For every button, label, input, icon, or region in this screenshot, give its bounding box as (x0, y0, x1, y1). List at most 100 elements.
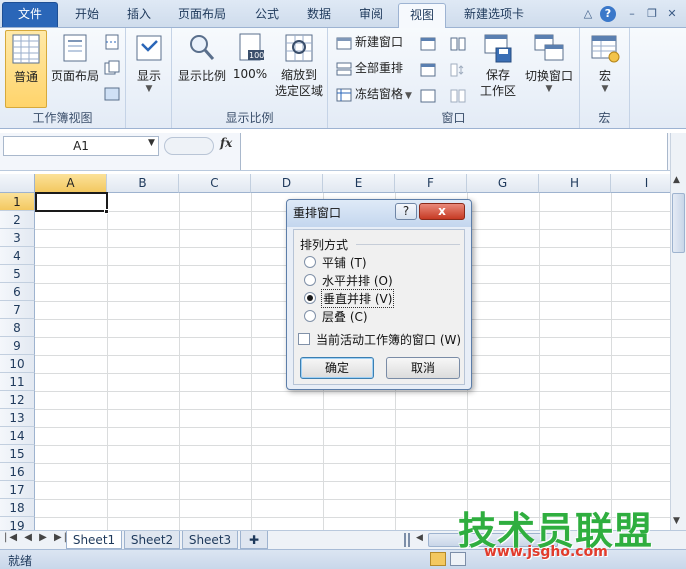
column-header[interactable]: F (395, 174, 467, 193)
sheet-tab[interactable]: Sheet2 (124, 531, 180, 549)
radio-vertical-label[interactable]: 垂直并排 (V) (320, 289, 395, 308)
radio-horizontal[interactable] (304, 274, 316, 286)
dialog-close-icon[interactable]: x (419, 203, 465, 220)
cancel-button[interactable]: 取消 (386, 357, 460, 379)
row-header[interactable]: 2 (0, 211, 35, 229)
column-header[interactable]: I (611, 174, 670, 193)
select-all-corner[interactable] (0, 174, 35, 193)
active-workbook-checkbox[interactable] (298, 333, 310, 345)
zoom-to-selection-button[interactable]: 缩放到 选定区域 (272, 30, 326, 108)
radio-cascade-label[interactable]: 层叠 (C) (322, 308, 368, 325)
hide-icon[interactable] (420, 62, 436, 78)
row-header[interactable]: 17 (0, 481, 35, 499)
column-header[interactable]: C (179, 174, 251, 193)
tab-page-layout[interactable]: 页面布局 (168, 3, 236, 28)
formula-bar-handle[interactable] (164, 137, 214, 155)
tab-insert[interactable]: 插入 (114, 3, 164, 28)
tab-view[interactable]: 视图 (398, 3, 446, 29)
column-header[interactable]: B (107, 174, 179, 193)
selected-cell-a1[interactable] (35, 192, 108, 212)
close-window-icon[interactable]: ✕ (664, 6, 680, 22)
column-header[interactable]: H (539, 174, 611, 193)
macros-button[interactable]: 宏 ▼ (586, 30, 624, 108)
normal-view-status-icon[interactable] (430, 552, 446, 566)
column-header[interactable]: D (251, 174, 323, 193)
row-header[interactable]: 1 (0, 193, 35, 211)
sheet-tab[interactable]: Sheet3 (182, 531, 238, 549)
view-side-by-side-icon[interactable] (450, 36, 466, 52)
row-header[interactable]: 5 (0, 265, 35, 283)
row-header[interactable]: 8 (0, 319, 35, 337)
switch-windows-button[interactable]: 切换窗口 ▼ (522, 30, 576, 108)
tab-home[interactable]: 开始 (62, 3, 112, 28)
help-icon[interactable]: ? (600, 6, 616, 22)
column-header[interactable]: A (35, 174, 107, 193)
custom-views-icon[interactable] (104, 60, 120, 76)
full-screen-icon[interactable] (104, 86, 120, 102)
row-header[interactable]: 16 (0, 463, 35, 481)
page-layout-view-button[interactable]: 页面布局 (50, 30, 100, 108)
zoom-100-button[interactable]: 100 100% (230, 30, 270, 108)
row-header[interactable]: 9 (0, 337, 35, 355)
vertical-scrollbar[interactable]: ▲ ▼ (670, 133, 686, 530)
zoom-button[interactable]: 显示比例 (176, 30, 228, 108)
dialog-help-icon[interactable]: ? (395, 203, 417, 220)
insert-sheet-icon[interactable]: ✚ (240, 531, 268, 549)
radio-horizontal-label[interactable]: 水平并排 (O) (322, 272, 393, 289)
name-box-dropdown-icon[interactable]: ▼ (148, 138, 155, 148)
name-box[interactable]: A1 (3, 136, 159, 156)
fill-handle[interactable] (104, 209, 109, 214)
row-header[interactable]: 7 (0, 301, 35, 319)
active-workbook-label[interactable]: 当前活动工作簿的窗口 (W) (316, 331, 461, 348)
scroll-down-icon[interactable]: ▼ (673, 516, 680, 526)
normal-view-button[interactable]: 普通 (5, 30, 47, 108)
unhide-icon[interactable] (420, 88, 436, 104)
freeze-panes-button[interactable]: 冻结窗格 ▼ (336, 84, 412, 104)
row-header[interactable]: 4 (0, 247, 35, 265)
show-button[interactable]: 显示 ▼ (132, 30, 166, 108)
gridline (35, 391, 670, 392)
synchronous-scrolling-icon[interactable] (450, 62, 466, 78)
minimize-ribbon-icon[interactable]: △ (580, 6, 596, 22)
tab-data[interactable]: 数据 (296, 3, 342, 28)
row-header[interactable]: 19 (0, 517, 35, 530)
tab-split-handle[interactable] (404, 533, 410, 547)
restore-window-icon[interactable]: ❐ (644, 6, 660, 22)
row-header[interactable]: 3 (0, 229, 35, 247)
row-header[interactable]: 10 (0, 355, 35, 373)
scroll-up-icon[interactable]: ▲ (673, 175, 680, 185)
sheet-nav-icons[interactable]: |◀ ◀ ▶ ▶| (4, 532, 69, 543)
tab-formulas[interactable]: 公式 (242, 3, 292, 28)
tab-new[interactable]: 新建选项卡 (452, 3, 536, 28)
ok-button[interactable]: 确定 (300, 357, 374, 379)
radio-cascade[interactable] (304, 310, 316, 322)
horizontal-scroll-thumb[interactable] (428, 533, 558, 547)
tab-review[interactable]: 审阅 (346, 3, 396, 28)
radio-vertical[interactable] (304, 292, 316, 304)
column-header[interactable]: G (467, 174, 539, 193)
page-break-preview-icon[interactable] (104, 34, 120, 50)
formula-input[interactable] (240, 133, 668, 170)
insert-function-icon[interactable]: fx (220, 136, 232, 150)
page-layout-status-icon[interactable] (450, 552, 466, 566)
row-header[interactable]: 11 (0, 373, 35, 391)
row-header[interactable]: 18 (0, 499, 35, 517)
row-header[interactable]: 6 (0, 283, 35, 301)
radio-tiled[interactable] (304, 256, 316, 268)
row-header[interactable]: 13 (0, 409, 35, 427)
row-header[interactable]: 15 (0, 445, 35, 463)
column-header[interactable]: E (323, 174, 395, 193)
scroll-left-icon[interactable]: ◀ (416, 533, 423, 543)
row-header[interactable]: 14 (0, 427, 35, 445)
row-header[interactable]: 12 (0, 391, 35, 409)
split-icon[interactable] (420, 36, 436, 52)
reset-window-position-icon[interactable] (450, 88, 466, 104)
vertical-scroll-thumb[interactable] (672, 193, 685, 253)
tab-file[interactable]: 文件 (2, 2, 58, 27)
radio-tiled-label[interactable]: 平铺 (T) (322, 254, 367, 271)
arrange-all-button[interactable]: 全部重排 (336, 58, 403, 78)
save-workspace-button[interactable]: 保存 工作区 (476, 30, 520, 108)
sheet-tab[interactable]: Sheet1 (66, 531, 122, 549)
minimize-window-icon[interactable]: – (624, 6, 640, 22)
new-window-button[interactable]: 新建窗口 (336, 32, 403, 52)
